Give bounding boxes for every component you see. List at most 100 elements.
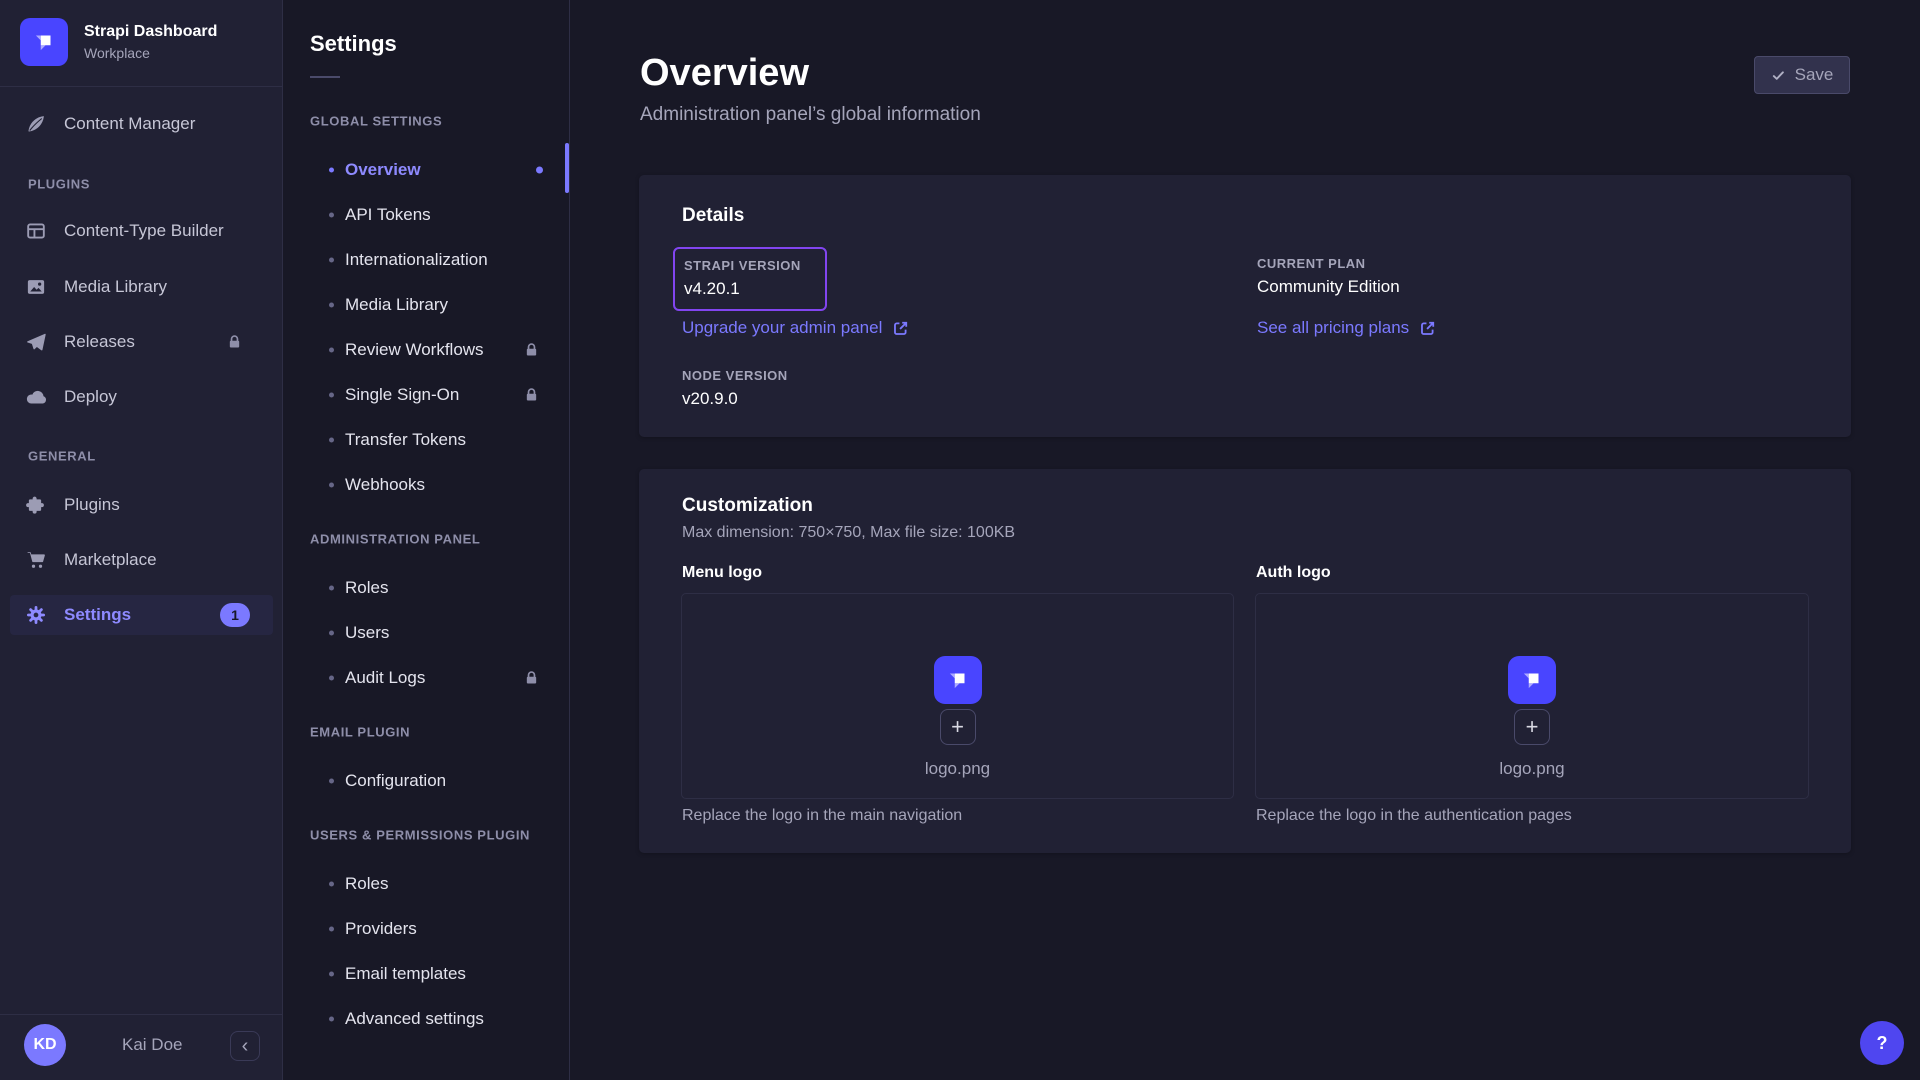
sidebar-item-label: Releases: [64, 332, 135, 352]
bullet-icon: [329, 258, 334, 263]
settings-nav-item-roles-admin[interactable]: Roles: [283, 568, 570, 608]
user-avatar[interactable]: KD: [24, 1024, 66, 1066]
sidebar-item-content-type-builder[interactable]: Content-Type Builder: [0, 209, 283, 253]
bullet-icon: [329, 779, 334, 784]
bullet-icon: [329, 972, 334, 977]
workspace-title: Strapi Dashboard: [84, 23, 217, 41]
workspace-subtitle: Workplace: [84, 45, 150, 61]
customization-card: Customization Max dimension: 750×750, Ma…: [639, 469, 1851, 853]
sidebar-item-media-library[interactable]: Media Library: [0, 265, 283, 309]
help-button[interactable]: ?: [1860, 1021, 1904, 1065]
settings-nav-item-transfer-tokens[interactable]: Transfer Tokens: [283, 420, 570, 460]
settings-nav-title: Settings: [310, 31, 397, 57]
settings-nav-item-users[interactable]: Users: [283, 613, 570, 653]
user-name: Kai Doe: [122, 1035, 182, 1055]
sidebar-item-content-manager[interactable]: Content Manager: [0, 102, 283, 146]
bullet-icon: [329, 393, 334, 398]
bullet-icon: [329, 586, 334, 591]
sidebar-item-deploy[interactable]: Deploy: [0, 375, 283, 419]
settings-nav-item-internationalization[interactable]: Internationalization: [283, 240, 570, 280]
auth-logo-label: Auth logo: [1256, 564, 1331, 582]
active-page-dot-icon: [536, 167, 543, 174]
strapi-version-value: v4.20.1: [684, 279, 825, 299]
lock-icon: [523, 387, 540, 404]
menu-logo-caption: Replace the logo in the main navigation: [682, 807, 962, 825]
sidebar-item-label: Content-Type Builder: [64, 221, 224, 241]
settings-nav-item-configuration[interactable]: Configuration: [283, 761, 570, 801]
page-subtitle: Administration panel’s global informatio…: [640, 104, 981, 126]
bullet-icon: [329, 483, 334, 488]
settings-section-email-plugin: EMAIL PLUGIN: [310, 725, 410, 740]
sidebar-item-label: Settings: [64, 605, 131, 625]
sidebar-item-plugins[interactable]: Plugins: [0, 483, 283, 527]
paper-plane-icon: [26, 332, 46, 352]
settings-nav-item-single-sign-on[interactable]: Single Sign-On: [283, 375, 570, 415]
lock-icon: [523, 670, 540, 687]
collapse-sidebar-button[interactable]: ‹: [230, 1031, 260, 1061]
sidebar-item-label: Media Library: [64, 277, 167, 297]
pricing-plans-link[interactable]: See all pricing plans: [1257, 318, 1436, 338]
bullet-icon: [329, 631, 334, 636]
divider: [0, 86, 283, 87]
divider: [0, 1014, 283, 1015]
gear-icon: [26, 605, 46, 625]
strapi-mark-icon: [31, 29, 57, 55]
settings-nav-item-webhooks[interactable]: Webhooks: [283, 465, 570, 505]
sidebar-item-label: Content Manager: [64, 114, 195, 134]
bullet-icon: [329, 676, 334, 681]
divider: [310, 76, 340, 78]
image-icon: [26, 277, 46, 297]
settings-nav-item-api-tokens[interactable]: API Tokens: [283, 195, 570, 235]
cloud-icon: [26, 387, 46, 407]
settings-nav-item-overview[interactable]: Overview: [283, 150, 570, 190]
cart-icon: [26, 550, 46, 570]
sidebar-section-general: GENERAL: [28, 449, 96, 464]
menu-logo-preview: [934, 656, 982, 704]
save-button[interactable]: Save: [1754, 56, 1850, 94]
customization-constraints: Max dimension: 750×750, Max file size: 1…: [682, 524, 1015, 542]
lock-icon: [523, 342, 540, 359]
bullet-icon: [329, 213, 334, 218]
sidebar-item-marketplace[interactable]: Marketplace: [0, 538, 283, 582]
external-link-icon: [1419, 320, 1436, 337]
sidebar-item-settings[interactable]: Settings 1: [0, 593, 283, 637]
sidebar-item-releases[interactable]: Releases: [0, 320, 283, 364]
settings-nav-item-advanced-settings[interactable]: Advanced settings: [283, 999, 570, 1039]
auth-logo-filename: logo.png: [1499, 759, 1564, 779]
settings-nav-item-roles-up[interactable]: Roles: [283, 864, 570, 904]
auth-logo-upload-area[interactable]: + logo.png: [1255, 593, 1809, 799]
puzzle-icon: [26, 495, 46, 515]
customization-heading: Customization: [682, 495, 813, 517]
upgrade-admin-panel-link[interactable]: Upgrade your admin panel: [682, 318, 909, 338]
settings-nav-item-providers[interactable]: Providers: [283, 909, 570, 949]
sidebar-item-label: Plugins: [64, 495, 120, 515]
bullet-icon: [329, 348, 334, 353]
strapi-logo-icon[interactable]: [20, 18, 68, 66]
settings-notification-badge: 1: [220, 603, 250, 627]
layout-icon: [26, 221, 46, 241]
strapi-version-highlight: STRAPI VERSION v4.20.1: [673, 247, 827, 311]
menu-logo-upload-area[interactable]: + logo.png: [681, 593, 1234, 799]
menu-logo-label: Menu logo: [682, 564, 762, 582]
bullet-icon: [329, 1017, 334, 1022]
sidebar-item-label: Marketplace: [64, 550, 157, 570]
sidebar-item-label: Deploy: [64, 387, 117, 407]
details-card: Details STRAPI VERSION v4.20.1 Upgrade y…: [639, 175, 1851, 437]
page-title: Overview: [640, 52, 809, 95]
settings-nav-item-email-templates[interactable]: Email templates: [283, 954, 570, 994]
settings-section-admin-panel: ADMINISTRATION PANEL: [310, 532, 480, 547]
external-link-icon: [892, 320, 909, 337]
settings-nav-item-audit-logs[interactable]: Audit Logs: [283, 658, 570, 698]
settings-nav-item-review-workflows[interactable]: Review Workflows: [283, 330, 570, 370]
settings-subnav: Settings GLOBAL SETTINGS Overview API To…: [283, 0, 570, 1080]
add-logo-button[interactable]: +: [940, 709, 976, 745]
settings-nav-item-media-library[interactable]: Media Library: [283, 285, 570, 325]
feather-icon: [26, 114, 46, 134]
add-logo-button[interactable]: +: [1514, 709, 1550, 745]
strapi-admin-app: Strapi Dashboard Workplace Content Manag…: [0, 0, 1920, 1080]
bullet-icon: [329, 303, 334, 308]
settings-section-global: GLOBAL SETTINGS: [310, 114, 442, 129]
check-icon: [1771, 68, 1786, 83]
bullet-icon: [329, 168, 334, 173]
details-heading: Details: [682, 205, 744, 227]
